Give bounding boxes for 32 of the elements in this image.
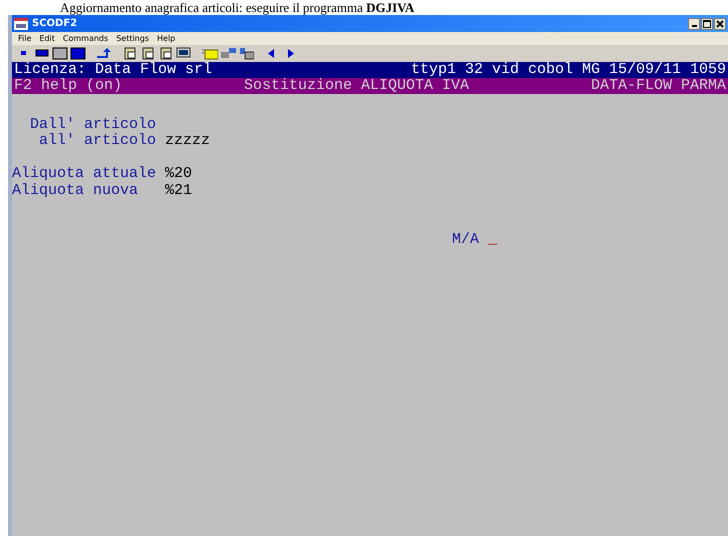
text-cursor[interactable]: _ xyxy=(488,231,498,248)
close-icon xyxy=(716,20,724,28)
upload-arrow-icon[interactable] xyxy=(96,47,112,60)
window-title: SCODF2 xyxy=(32,18,78,29)
minimize-button[interactable] xyxy=(688,18,700,30)
monitor-icon[interactable] xyxy=(176,47,192,60)
field-value[interactable]: %20 xyxy=(165,165,192,182)
window-icon[interactable] xyxy=(52,47,68,60)
session-info: ttyp1 32 vid cobol MG 15/09/11 1059 xyxy=(410,62,726,78)
close-button[interactable] xyxy=(714,18,726,30)
maximize-icon xyxy=(703,20,711,28)
field-label: all' articolo xyxy=(38,132,156,149)
field-value[interactable]: %21 xyxy=(165,182,192,198)
menu-item[interactable]: File xyxy=(18,34,32,43)
field-label: Aliquota attuale xyxy=(12,165,156,182)
menu-item[interactable]: Edit xyxy=(39,34,55,43)
app-icon xyxy=(14,18,28,30)
caption-text: Aggiornamento anagrafica articoli: eseguire il programma DGJIVA xyxy=(59,0,416,15)
menu-item[interactable]: Settings xyxy=(116,34,149,43)
screen-title: Sostituzione ALIQUOTA IVA xyxy=(244,78,470,94)
field-value[interactable]: zzzzz xyxy=(165,132,210,149)
company-name: DATA-FLOW PARMA xyxy=(590,78,726,94)
menu-item[interactable]: Commands xyxy=(62,34,108,43)
filled-window-icon[interactable] xyxy=(70,47,86,60)
field-label: Aliquota nuova xyxy=(12,182,140,198)
menu-item[interactable]: Help xyxy=(157,34,176,43)
maximize-button[interactable] xyxy=(701,18,713,30)
help-hint: F2 help (on) xyxy=(14,78,122,94)
minimize-icon xyxy=(692,25,696,27)
field-label: Dall' articolo xyxy=(29,116,156,132)
prompt-label: M/A xyxy=(452,231,480,248)
license-text: Licenza: Data Flow srl xyxy=(14,62,212,78)
